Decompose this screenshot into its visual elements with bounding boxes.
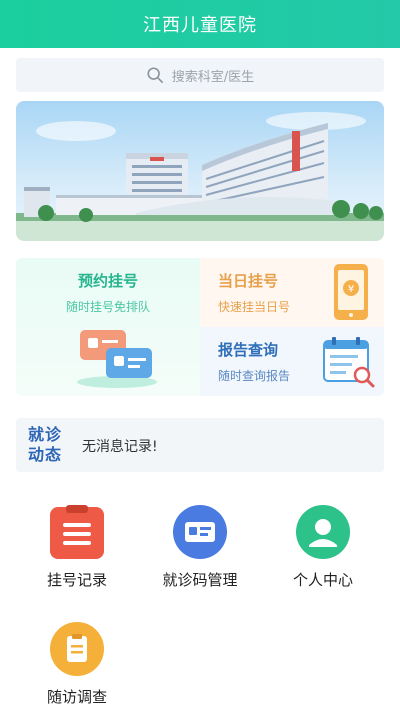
report-search-icon [323, 337, 375, 388]
phone-icon: ¥ [334, 264, 368, 320]
card-icon [173, 505, 227, 559]
appointment-card[interactable]: 预约挂号 随时挂号免排队 [16, 258, 200, 396]
search-input[interactable]: 搜索科室/医生 [16, 58, 384, 92]
hospital-building-image [16, 112, 384, 241]
clipboard-icon [50, 505, 104, 559]
menu-label: 个人中心 [292, 571, 353, 589]
menu-item-follow-up-survey[interactable]: 随访调查 [17, 622, 137, 711]
report-card[interactable]: 报告查询 随时查询报告 [200, 327, 384, 396]
user-icon [296, 505, 350, 559]
menu-label: 挂号记录 [46, 571, 107, 589]
same-day-subtitle: 快速挂当日号 [218, 300, 291, 314]
appointment-cards-icon [77, 330, 157, 388]
appointment-subtitle: 随时挂号免排队 [65, 300, 150, 314]
visit-news-bar[interactable]: 就诊 动态 无消息记录! [16, 418, 384, 472]
svg-text:¥: ¥ [348, 284, 354, 295]
menu-item-personal-center[interactable]: 个人中心 [263, 505, 383, 595]
survey-icon [50, 622, 104, 676]
services-panel: 预约挂号 随时挂号免排队 当日挂号 快速挂当日号 ¥ 报告查询 随时查询报告 [16, 258, 384, 396]
menu-item-registration-records[interactable]: 挂号记录 [17, 505, 137, 595]
menu-item-visit-code[interactable]: 就诊码管理 [140, 505, 260, 595]
appointment-title: 预约挂号 [77, 272, 138, 290]
search-icon [147, 67, 163, 84]
report-subtitle: 随时查询报告 [218, 369, 291, 383]
app-header: 江西儿童医院 [0, 0, 400, 48]
news-logo-line1: 就诊 [28, 425, 63, 444]
same-day-card[interactable]: 当日挂号 快速挂当日号 ¥ [200, 258, 384, 327]
same-day-title: 当日挂号 [218, 272, 279, 290]
search-placeholder: 搜索科室/医生 [171, 69, 255, 85]
news-logo-line2: 动态 [28, 445, 63, 464]
menu-label: 随访调查 [46, 688, 107, 706]
visit-news-logo: 就诊 动态 [28, 425, 72, 465]
news-message: 无消息记录! [82, 439, 158, 455]
hospital-banner[interactable] [16, 101, 384, 241]
page-title: 江西儿童医院 [143, 15, 257, 36]
menu-label: 就诊码管理 [162, 571, 238, 589]
report-title: 报告查询 [218, 341, 279, 359]
